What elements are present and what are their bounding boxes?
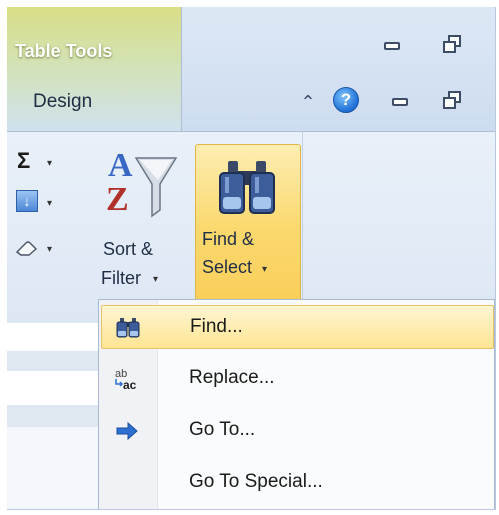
formula-bar-fragment bbox=[7, 351, 99, 372]
sort-letter-z: Z bbox=[106, 181, 129, 218]
workbook-restore-button[interactable] bbox=[439, 87, 465, 113]
svg-text:ac: ac bbox=[123, 378, 137, 392]
ribbon-collapse-icon: ⌃ bbox=[300, 92, 316, 112]
autosum-button[interactable]: Σ bbox=[17, 148, 30, 174]
fill-dropdown-icon[interactable]: ▾ bbox=[47, 198, 52, 209]
excel-window-fragment: Table Tools Design ⌃ ? Σ ▾ ↓ ▾ ▾ A Z Sor… bbox=[7, 7, 496, 510]
restore-icon bbox=[443, 35, 461, 53]
fill-down-icon: ↓ bbox=[23, 193, 31, 209]
replace-icon: ab ac bbox=[113, 366, 141, 392]
minimize-icon bbox=[384, 42, 400, 50]
menu-item-label: Go To Special... bbox=[189, 471, 323, 492]
clear-dropdown-icon[interactable]: ▾ bbox=[47, 244, 52, 255]
find-select-label-line1: Find & bbox=[202, 229, 255, 249]
sort-letter-a: A bbox=[108, 147, 133, 184]
sort-filter-icon: A Z bbox=[106, 147, 178, 218]
help-button[interactable]: ? bbox=[333, 87, 359, 113]
arrow-right-icon bbox=[113, 418, 141, 444]
ribbon-collapse-button[interactable]: ⌃ bbox=[295, 89, 321, 115]
autosum-dropdown-icon[interactable]: ▾ bbox=[47, 158, 52, 169]
menu-item-go-to-special[interactable]: Go To Special... bbox=[101, 461, 494, 505]
sort-filter-button[interactable]: A Z bbox=[102, 144, 182, 234]
sort-filter-dropdown-icon[interactable]: ▾ bbox=[153, 274, 158, 285]
menu-item-label: Replace... bbox=[189, 367, 275, 388]
find-select-dropdown-icon: ▾ bbox=[262, 264, 268, 275]
menu-item-go-to[interactable]: Go To... bbox=[101, 409, 494, 453]
workbook-minimize-button[interactable] bbox=[387, 89, 413, 115]
sheet-header-fragment bbox=[7, 405, 99, 428]
binoculars-icon bbox=[114, 315, 142, 341]
sheet-body-fragment bbox=[7, 427, 99, 509]
table-tools-contextual-tab: Table Tools Design bbox=[7, 7, 182, 131]
ribbon-separator bbox=[302, 132, 303, 324]
restore-icon bbox=[443, 91, 461, 109]
clear-eraser-icon[interactable] bbox=[15, 240, 39, 256]
tab-design-label: Design bbox=[33, 91, 93, 112]
binoculars-icon bbox=[219, 161, 275, 214]
sheet-cell-fragment bbox=[7, 371, 99, 406]
table-tools-label: Table Tools bbox=[15, 41, 113, 61]
window-minimize-button[interactable] bbox=[379, 33, 405, 59]
fill-button[interactable]: ↓ bbox=[16, 190, 38, 212]
menu-item-label: Go To... bbox=[189, 419, 256, 440]
title-tab-strip: Table Tools Design ⌃ ? bbox=[7, 7, 495, 131]
menu-item-find[interactable]: Find... bbox=[101, 305, 494, 349]
sort-filter-label-line1: Sort & bbox=[103, 239, 154, 259]
menu-item-replace[interactable]: ab ac Replace... bbox=[101, 357, 494, 401]
editing-ribbon-group: Σ ▾ ↓ ▾ ▾ A Z Sort & Filter ▾ Find & Sel… bbox=[7, 131, 495, 324]
window-restore-button[interactable] bbox=[439, 31, 465, 57]
find-select-label-line2: Select bbox=[202, 257, 253, 277]
find-select-button[interactable]: Find & Select ▾ bbox=[195, 144, 301, 312]
minimize-icon bbox=[392, 98, 408, 106]
sort-filter-label-line2: Filter bbox=[101, 268, 141, 288]
find-select-menu: Find... ab ac Replace... Go To... Go To … bbox=[98, 299, 495, 509]
menu-item-label: Find... bbox=[190, 316, 243, 337]
help-icon: ? bbox=[333, 87, 359, 113]
